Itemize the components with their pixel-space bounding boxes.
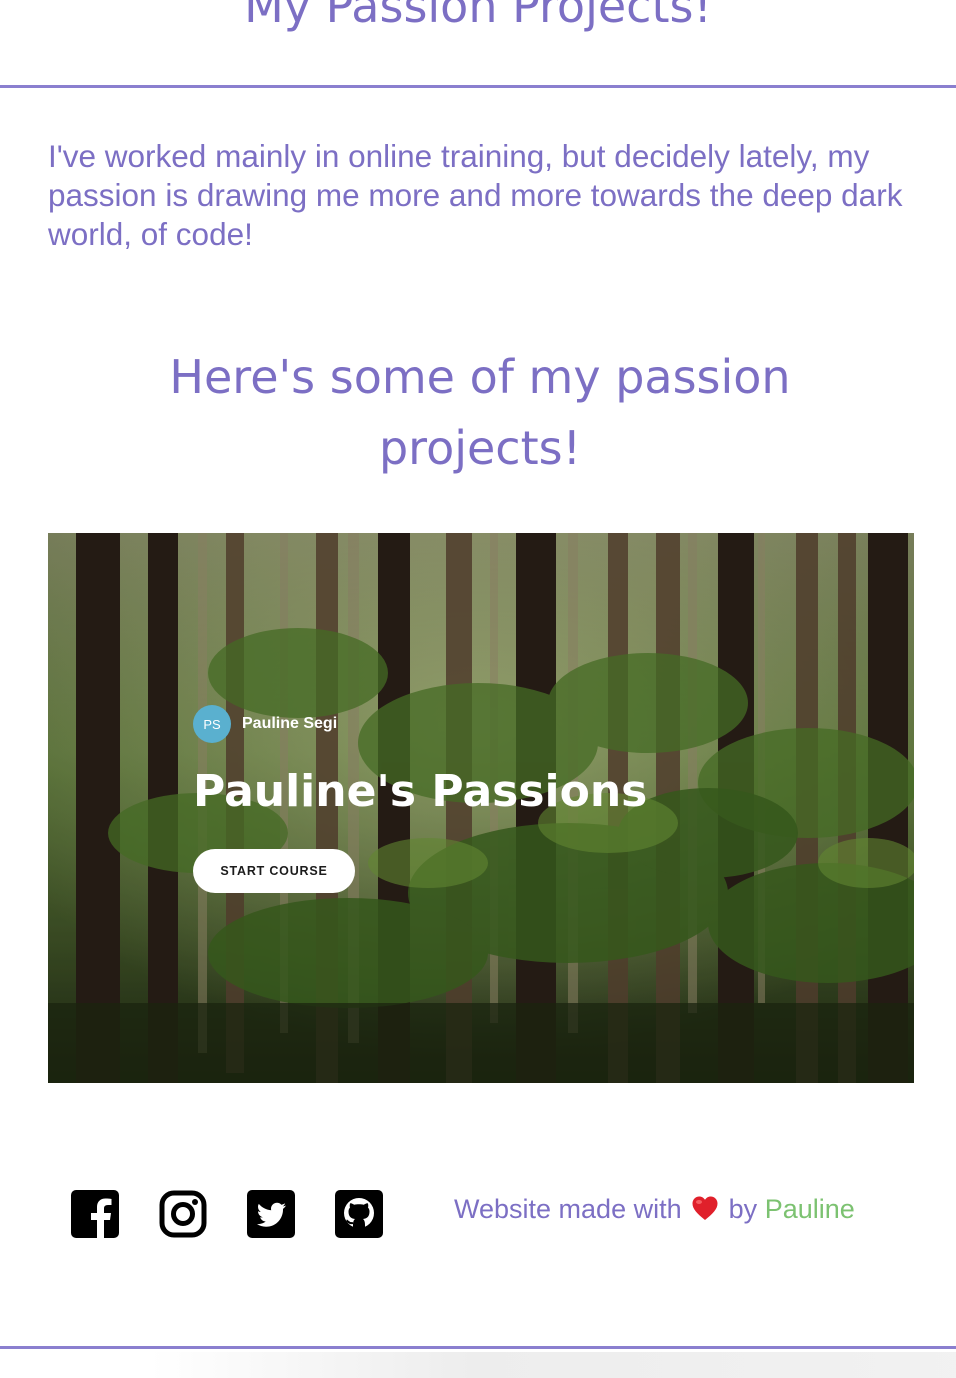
avatar: PS <box>193 705 231 743</box>
footer-divider <box>0 1346 956 1349</box>
footer-credit: Website made with by Pauline <box>454 1190 855 1231</box>
page-title: My Passion Projects! <box>244 0 712 33</box>
course-card[interactable]: PS Pauline Segi Pauline's Passions START… <box>48 533 914 1083</box>
author-name: Pauline Segi <box>242 715 338 732</box>
footer-made-with: Website made with <box>454 1194 682 1224</box>
bottom-shadow <box>150 1352 956 1378</box>
twitter-icon[interactable] <box>247 1190 295 1238</box>
course-author: PS Pauline Segi <box>193 705 337 743</box>
facebook-icon[interactable] <box>71 1190 119 1238</box>
github-icon[interactable] <box>335 1190 383 1238</box>
course-title: Pauline's Passions <box>193 766 648 817</box>
instagram-icon[interactable] <box>159 1190 207 1238</box>
footer-author-link[interactable]: Pauline <box>765 1194 855 1224</box>
heart-icon <box>691 1193 719 1231</box>
header-divider <box>0 85 956 88</box>
section-heading: Here's some of my passion projects! <box>169 350 791 475</box>
intro-paragraph: I've worked mainly in online training, b… <box>48 138 903 252</box>
start-course-button[interactable]: START COURSE <box>193 849 355 893</box>
footer-by: by <box>728 1194 758 1224</box>
